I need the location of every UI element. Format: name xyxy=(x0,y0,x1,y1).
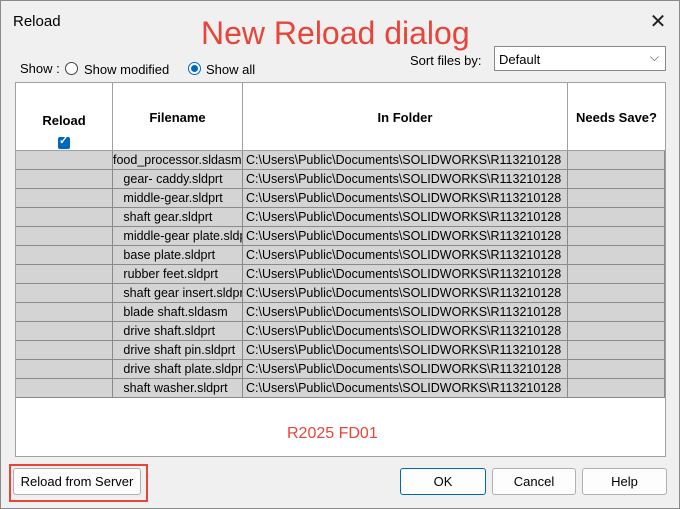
folder-cell: C:\Users\Public\Documents\SOLIDWORKS\R11… xyxy=(243,379,568,398)
folder-cell: C:\Users\Public\Documents\SOLIDWORKS\R11… xyxy=(243,227,568,246)
table-row[interactable]: middle-gear.sldprt C:\Users\Public\Docume… xyxy=(16,189,665,208)
filename-cell: drive shaft.sldprt xyxy=(113,322,243,341)
reload-cell xyxy=(16,246,113,265)
table-row[interactable]: shaft gear insert.sldprt C:\Users\Public\… xyxy=(16,284,665,303)
sort-value: Default xyxy=(499,52,541,67)
table-row[interactable]: rubber feet.sldprt C:\Users\Public\Docume… xyxy=(16,265,665,284)
sort-label: Sort files by: xyxy=(410,53,482,68)
show-all-radio[interactable] xyxy=(188,62,201,75)
reload-cell xyxy=(16,151,113,170)
column-header-needs-save-label: Needs Save? xyxy=(576,110,657,125)
table-row[interactable]: blade shaft.sldasm C:\Users\Public\Docume… xyxy=(16,303,665,322)
filename-cell: middle-gear.sldprt xyxy=(113,189,243,208)
help-button[interactable]: Help xyxy=(582,468,667,495)
reload-cell xyxy=(16,284,113,303)
needs-save-cell xyxy=(568,208,665,227)
column-header-filename[interactable]: Filename xyxy=(113,83,243,151)
reload-cell xyxy=(16,322,113,341)
reload-dialog: Reload ✕ New Reload dialog Show : Show m… xyxy=(0,0,680,509)
folder-cell: C:\Users\Public\Documents\SOLIDWORKS\R11… xyxy=(243,303,568,322)
filename-cell: shaft gear.sldprt xyxy=(113,208,243,227)
reload-cell xyxy=(16,341,113,360)
table-row[interactable]: shaft washer.sldprt C:\Users\Public\Docum… xyxy=(16,379,665,398)
column-header-filename-label: Filename xyxy=(149,110,206,125)
folder-cell: C:\Users\Public\Documents\SOLIDWORKS\R11… xyxy=(243,265,568,284)
needs-save-cell xyxy=(568,303,665,322)
table-row[interactable]: drive shaft pin.sldprt C:\Users\Public\Do… xyxy=(16,341,665,360)
sort-dropdown[interactable]: Default ⌵ xyxy=(494,46,666,71)
reload-cell xyxy=(16,170,113,189)
annotation-title: New Reload dialog xyxy=(201,15,470,51)
table-row[interactable]: middle-gear plate.sldprt C:\Users\Public\… xyxy=(16,227,665,246)
column-header-folder[interactable]: In Folder xyxy=(243,83,568,151)
table-row[interactable]: drive shaft.sldprt C:\Users\Public\Docume… xyxy=(16,322,665,341)
folder-cell: C:\Users\Public\Documents\SOLIDWORKS\R11… xyxy=(243,246,568,265)
column-header-reload[interactable]: Reload xyxy=(16,83,113,151)
table-row[interactable]: shaft gear.sldprt C:\Users\Public\Documen… xyxy=(16,208,665,227)
show-modified-radio[interactable] xyxy=(65,62,78,75)
reload-all-checkbox[interactable] xyxy=(58,134,70,149)
needs-save-cell xyxy=(568,379,665,398)
dialog-title: Reload xyxy=(13,13,61,30)
folder-cell: C:\Users\Public\Documents\SOLIDWORKS\R11… xyxy=(243,322,568,341)
filename-cell: shaft washer.sldprt xyxy=(113,379,243,398)
reload-cell xyxy=(16,208,113,227)
needs-save-cell xyxy=(568,360,665,379)
reload-from-server-button[interactable]: Reload from Server xyxy=(13,468,141,495)
filename-cell: gear- caddy.sldprt xyxy=(113,170,243,189)
table-row[interactable]: base plate.sldprt C:\Users\Public\Documen… xyxy=(16,246,665,265)
show-modified-label[interactable]: Show modified xyxy=(84,62,169,77)
version-annotation: R2025 FD01 xyxy=(287,425,378,442)
filename-cell: rubber feet.sldprt xyxy=(113,265,243,284)
folder-cell: C:\Users\Public\Documents\SOLIDWORKS\R11… xyxy=(243,360,568,379)
folder-cell: C:\Users\Public\Documents\SOLIDWORKS\R11… xyxy=(243,189,568,208)
ok-button[interactable]: OK xyxy=(400,468,486,495)
close-icon[interactable]: ✕ xyxy=(643,9,673,35)
filename-cell: base plate.sldprt xyxy=(113,246,243,265)
show-all-label[interactable]: Show all xyxy=(206,62,255,77)
needs-save-cell xyxy=(568,284,665,303)
filename-cell: middle-gear plate.sldprt xyxy=(113,227,243,246)
cancel-button[interactable]: Cancel xyxy=(492,468,576,495)
folder-cell: C:\Users\Public\Documents\SOLIDWORKS\R11… xyxy=(243,208,568,227)
needs-save-cell xyxy=(568,189,665,208)
folder-cell: C:\Users\Public\Documents\SOLIDWORKS\R11… xyxy=(243,151,568,170)
reload-cell xyxy=(16,360,113,379)
file-table: Reload Filename In Folder Needs Save? fo… xyxy=(15,82,666,457)
reload-cell xyxy=(16,227,113,246)
folder-cell: C:\Users\Public\Documents\SOLIDWORKS\R11… xyxy=(243,170,568,189)
filename-cell: drive shaft pin.sldprt xyxy=(113,341,243,360)
reload-cell xyxy=(16,303,113,322)
needs-save-cell xyxy=(568,341,665,360)
chevron-down-icon: ⌵ xyxy=(649,50,659,64)
needs-save-cell xyxy=(568,151,665,170)
needs-save-cell xyxy=(568,322,665,341)
table-row[interactable]: gear- caddy.sldprt C:\Users\Public\Docume… xyxy=(16,170,665,189)
needs-save-cell xyxy=(568,265,665,284)
table-row[interactable]: food_processor.sldasm C:\Users\Public\Doc… xyxy=(16,151,665,170)
needs-save-cell xyxy=(568,246,665,265)
filename-cell: food_processor.sldasm xyxy=(113,151,243,170)
show-label: Show : xyxy=(20,61,60,76)
table-row[interactable]: drive shaft plate.sldprt C:\Users\Public\… xyxy=(16,360,665,379)
reload-cell xyxy=(16,189,113,208)
filename-cell: drive shaft plate.sldprt xyxy=(113,360,243,379)
needs-save-cell xyxy=(568,227,665,246)
needs-save-cell xyxy=(568,170,665,189)
column-header-reload-label: Reload xyxy=(42,113,86,128)
folder-cell: C:\Users\Public\Documents\SOLIDWORKS\R11… xyxy=(243,341,568,360)
folder-cell: C:\Users\Public\Documents\SOLIDWORKS\R11… xyxy=(243,284,568,303)
filename-cell: shaft gear insert.sldprt xyxy=(113,284,243,303)
reload-cell xyxy=(16,379,113,398)
filename-cell: blade shaft.sldasm xyxy=(113,303,243,322)
column-header-needs-save[interactable]: Needs Save? xyxy=(568,83,665,151)
column-header-folder-label: In Folder xyxy=(377,110,433,125)
reload-cell xyxy=(16,265,113,284)
